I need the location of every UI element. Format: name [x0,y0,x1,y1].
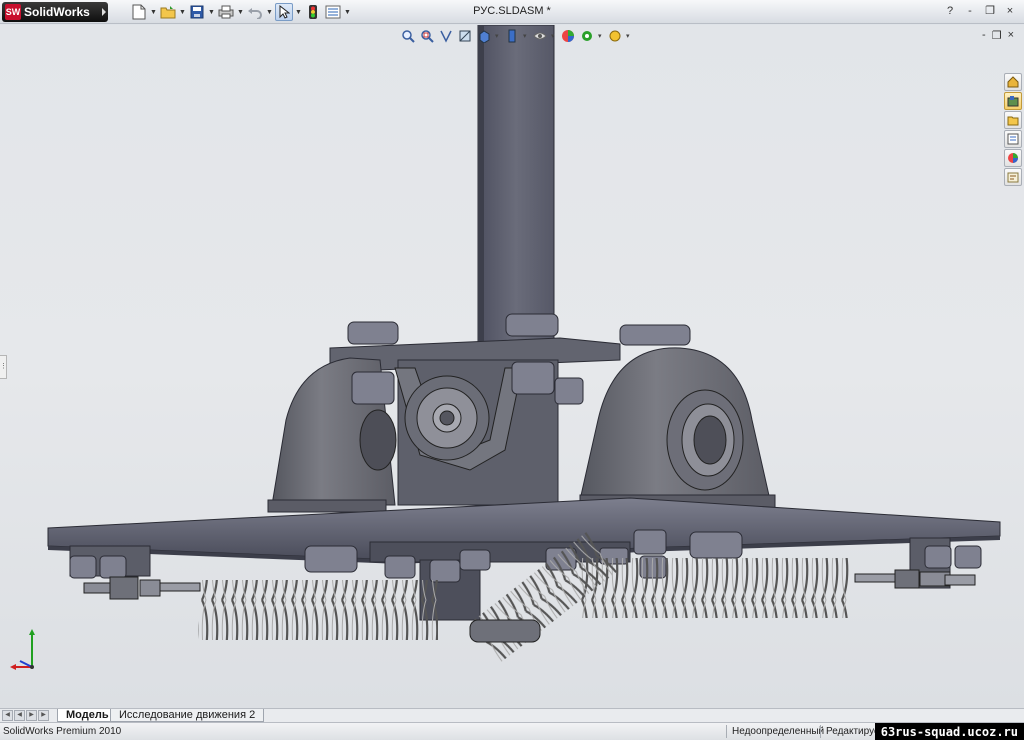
graphics-area[interactable]: ▾ ▾ ▾ ▾ ▾ - ❐ × ⋮ [0,25,1024,708]
edit-appearance-icon[interactable] [560,28,576,44]
apply-scene-icon[interactable] [579,28,595,44]
tab-navigation: ◀ ◀ ▶ ▶ [2,710,49,721]
right-pillow-block[interactable] [579,347,776,510]
help-button[interactable]: ? [942,3,958,19]
zoom-to-area-icon[interactable] [419,28,435,44]
document-title: РУС.SLDASM * [473,5,551,17]
solidworks-resources-icon[interactable] [1004,73,1022,91]
display-settings-icon[interactable] [607,28,623,44]
bottom-tabs-bar: ◀ ◀ ▶ ▶ Модель Исследование движения 2 [0,708,1024,722]
definition-status: Недоопределенный [732,726,825,737]
section-view-icon[interactable] [457,28,473,44]
viewport-minimize-button[interactable]: - [982,29,986,42]
product-name: SolidWorks Premium 2010 [3,726,122,737]
next-tab-button[interactable]: ▶ [26,710,37,721]
reference-triad [10,629,35,670]
left-rod-end[interactable] [83,576,201,600]
assembly-model[interactable] [0,25,1024,708]
watermark-text: 63rus-squad.ucoz.ru [874,723,1024,740]
right-spring[interactable] [580,558,850,618]
view-palette-icon[interactable] [1004,130,1022,148]
left-spring[interactable] [198,580,438,640]
design-library-icon[interactable] [1004,92,1022,110]
appearances-icon[interactable] [1004,149,1022,167]
minimize-button[interactable]: - [962,3,978,19]
status-bar: SolidWorks Premium 2010 Недоопределенный… [0,722,1024,740]
display-style-icon[interactable] [504,28,520,44]
title-bar: SW SolidWorks ▼ ▼ ▼ ▼ ▼ ▼ ▼ РУС.SLDASM *… [0,0,1024,24]
previous-view-icon[interactable] [438,28,454,44]
heads-up-view-toolbar: ▾ ▾ ▾ ▾ ▾ [400,27,632,45]
task-pane-tabs [1004,73,1022,186]
window-controls: ? - ❐ × [942,3,1018,19]
first-tab-button[interactable]: ◀ [2,710,13,721]
right-rod-end[interactable] [854,569,976,589]
last-tab-button[interactable]: ▶ [38,710,49,721]
view-orientation-icon[interactable] [476,28,492,44]
custom-properties-icon[interactable] [1004,168,1022,186]
tab-model[interactable]: Модель [57,709,118,722]
previous-tab-button[interactable]: ◀ [14,710,25,721]
feature-manager-toggle[interactable]: ⋮ [0,355,7,379]
viewport-window-controls: - ❐ × [982,29,1014,42]
viewport-close-button[interactable]: × [1008,29,1014,42]
close-button[interactable]: × [1002,3,1018,19]
hide-show-items-icon[interactable] [532,28,548,44]
restore-button[interactable]: ❐ [982,3,998,19]
file-explorer-icon[interactable] [1004,111,1022,129]
viewport-restore-button[interactable]: ❐ [992,29,1002,42]
zoom-to-fit-icon[interactable] [400,28,416,44]
tab-motion-study[interactable]: Исследование движения 2 [110,709,265,722]
